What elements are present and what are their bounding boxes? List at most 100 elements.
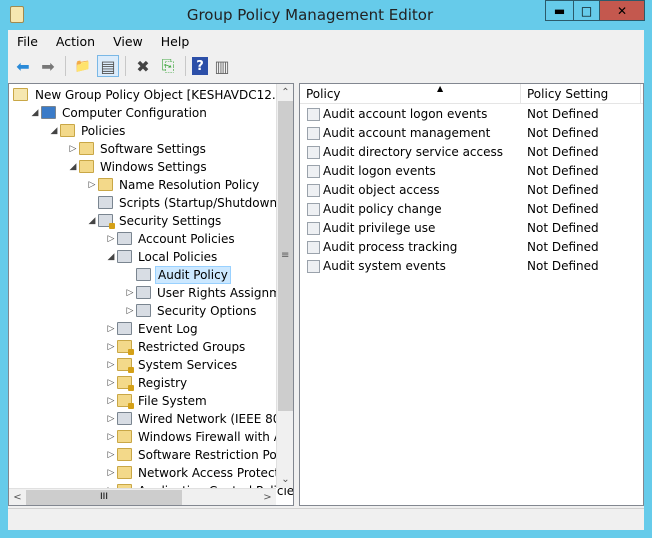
collapse-arrow-icon[interactable]: ◢ [68, 158, 78, 176]
policy-icon [307, 184, 320, 197]
tree-item[interactable]: ▷ User Rights Assignment [9, 284, 293, 302]
tree-item[interactable]: ▷ Restricted Groups [9, 338, 279, 356]
show-action-pane-icon[interactable]: ▥ [211, 55, 233, 77]
expand-arrow-icon[interactable]: ▷ [125, 302, 135, 320]
tree-item[interactable]: Audit Policy [9, 266, 279, 284]
policy-setting: Not Defined [527, 240, 599, 254]
tree-item-label: Name Resolution Policy [119, 178, 260, 192]
folder-icon [79, 142, 94, 155]
policy-icon [307, 146, 320, 159]
show-hide-tree-icon[interactable]: ▤ [97, 55, 119, 77]
tree-item-label: Audit Policy [155, 266, 231, 284]
scroll-down-button[interactable]: ⌄ [277, 471, 293, 488]
lockfolder-icon [117, 340, 134, 355]
scroll-up-button[interactable]: ⌃ [277, 84, 293, 101]
tree-item[interactable]: ▷ Registry [9, 374, 279, 392]
tree-item[interactable]: ▷ Windows Firewall with Adva [9, 428, 293, 446]
policy-row[interactable]: Audit account management Not Defined [300, 124, 643, 143]
tree-item[interactable]: ▷ Account Policies [9, 230, 279, 248]
tree-item[interactable]: Scripts (Startup/Shutdown) [9, 194, 282, 212]
policy-row[interactable]: Audit process tracking Not Defined [300, 238, 643, 257]
menu-action[interactable]: Action [47, 32, 104, 52]
close-button[interactable]: ✕ [599, 0, 645, 21]
policy-row[interactable]: Audit logon events Not Defined [300, 162, 643, 181]
column-header-policy-setting[interactable]: Policy Setting [521, 84, 641, 104]
computer-icon [41, 106, 56, 119]
console-tree: New Group Policy Object [KESHAVDC12.WWW ◢… [8, 83, 294, 506]
expand-arrow-icon[interactable]: ▷ [106, 356, 116, 374]
book-icon [117, 250, 132, 263]
tree-item-label: Software Restriction Policies [138, 448, 294, 462]
scroll-right-button[interactable]: > [259, 489, 276, 505]
title-bar: Group Policy Management Editor ▬ □ ✕ [0, 0, 652, 30]
collapse-arrow-icon[interactable]: ◢ [106, 248, 116, 266]
expand-arrow-icon[interactable]: ▷ [87, 176, 97, 194]
policy-row[interactable]: Audit system events Not Defined [300, 257, 643, 276]
policy-row[interactable]: Audit directory service access Not Define… [300, 143, 643, 162]
tree-item[interactable]: ▷ System Services [9, 356, 279, 374]
maximize-button[interactable]: □ [573, 0, 600, 21]
menu-bar: File Action View Help [8, 32, 198, 52]
tree-item[interactable]: ◢ Windows Settings [9, 158, 279, 176]
policy-setting: Not Defined [527, 126, 599, 140]
scroll-left-button[interactable]: < [9, 489, 26, 505]
folder-icon [117, 430, 132, 443]
tree-item-label: Security Options [157, 304, 257, 318]
expand-arrow-icon[interactable]: ▷ [106, 392, 116, 410]
expand-arrow-icon[interactable]: ▷ [106, 338, 116, 356]
tree-item[interactable]: ◢ Policies [9, 122, 279, 140]
policy-row[interactable]: Audit account logon events Not Defined [300, 105, 643, 124]
menu-view[interactable]: View [104, 32, 152, 52]
tree-item[interactable]: ◢ Security Settings [9, 212, 279, 230]
column-header-policy[interactable]: Policy ▲ [300, 84, 521, 104]
forward-arrow-icon[interactable]: ➡ [37, 55, 59, 77]
tree-vertical-scrollbar[interactable]: ⌃ ⌄ [276, 84, 293, 488]
tree-item[interactable]: ▷ Wired Network (IEEE 802.3) I [9, 410, 293, 428]
expand-arrow-icon[interactable]: ▷ [106, 410, 116, 428]
tree-item[interactable]: ▷ Software Settings [9, 140, 279, 158]
back-arrow-icon[interactable]: ⬅ [12, 55, 34, 77]
policy-row[interactable]: Audit privilege use Not Defined [300, 219, 643, 238]
expand-arrow-icon[interactable]: ▷ [125, 284, 135, 302]
toolbar-separator [65, 56, 66, 76]
tree-item[interactable]: ▷ Event Log [9, 320, 279, 338]
expand-arrow-icon[interactable]: ▷ [106, 230, 116, 248]
tree-item[interactable]: ▷ Network Access Protection [9, 464, 293, 482]
policy-row[interactable]: Audit object access Not Defined [300, 181, 643, 200]
pane-splitter[interactable]: ≡ [281, 250, 289, 261]
expand-arrow-icon[interactable]: ▷ [106, 464, 116, 482]
tree-item[interactable]: ▷ Name Resolution Policy [9, 176, 279, 194]
tree-item-label: Network Access Protection [138, 466, 294, 480]
policy-name: Audit process tracking [323, 240, 458, 254]
toolbar: ⬅ ➡ 📁 ▤ ✖ ⎘ ? ▥ [8, 52, 644, 80]
help-icon[interactable]: ? [192, 57, 208, 75]
collapse-arrow-icon[interactable]: ◢ [30, 104, 40, 122]
tree-item[interactable]: New Group Policy Object [KESHAVDC12.WWW [9, 86, 293, 104]
expand-arrow-icon[interactable]: ▷ [106, 446, 116, 464]
minimize-button[interactable]: ▬ [545, 0, 574, 21]
tree-item-label: Computer Configuration [62, 106, 207, 120]
policy-row[interactable]: Audit policy change Not Defined [300, 200, 643, 219]
tree-item[interactable]: ▷ Software Restriction Policies [9, 446, 293, 464]
policy-name: Audit object access [323, 183, 440, 197]
expand-arrow-icon[interactable]: ▷ [106, 374, 116, 392]
tree-item[interactable]: ▷ Security Options [9, 302, 279, 320]
expand-arrow-icon[interactable]: ▷ [106, 428, 116, 446]
menu-help[interactable]: Help [152, 32, 199, 52]
tree-horizontal-scrollbar[interactable]: < III > [9, 488, 276, 505]
expand-arrow-icon[interactable]: ▷ [68, 140, 78, 158]
tree-item-label: New Group Policy Object [KESHAVDC12.WWW [35, 88, 294, 102]
delete-icon[interactable]: ✖ [132, 55, 154, 77]
collapse-arrow-icon[interactable]: ◢ [87, 212, 97, 230]
tree-item-label: Registry [138, 376, 188, 390]
folder-icon [98, 178, 113, 191]
up-folder-icon[interactable]: 📁 [72, 55, 94, 77]
export-list-icon[interactable]: ⎘ [157, 55, 179, 77]
tree-item[interactable]: ◢ Computer Configuration [9, 104, 279, 122]
scroll-thumb-grip[interactable]: III [26, 490, 182, 505]
tree-item[interactable]: ◢ Local Policies [9, 248, 279, 266]
tree-item[interactable]: ▷ File System [9, 392, 279, 410]
menu-file[interactable]: File [8, 32, 47, 52]
collapse-arrow-icon[interactable]: ◢ [49, 122, 59, 140]
expand-arrow-icon[interactable]: ▷ [106, 320, 116, 338]
